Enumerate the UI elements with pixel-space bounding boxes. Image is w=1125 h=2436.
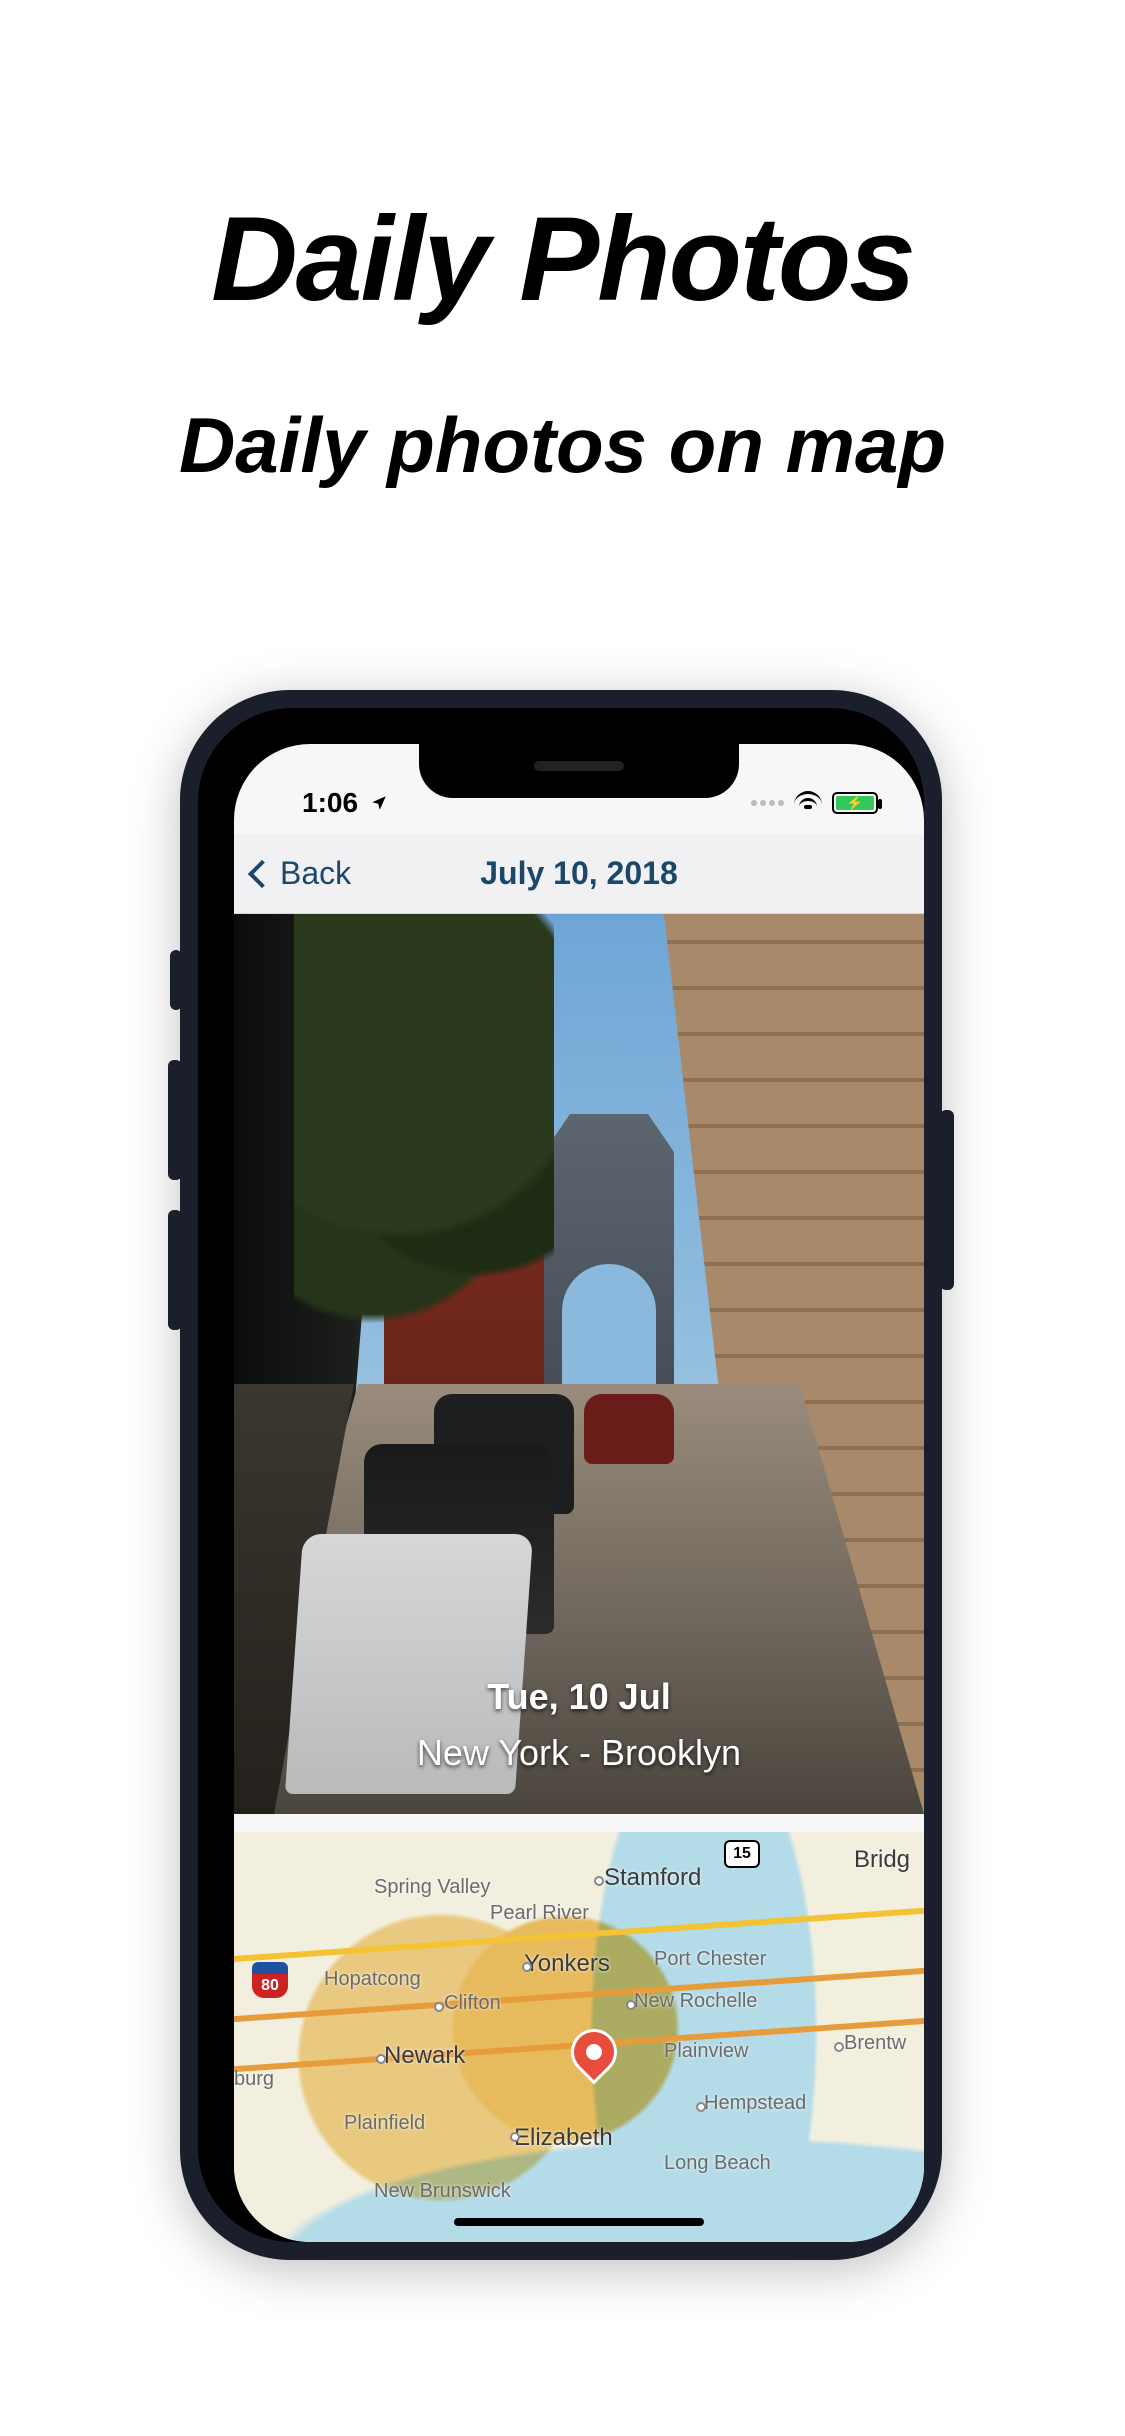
map-city-dot: [696, 2102, 706, 2112]
map-label: Brentw: [844, 2032, 906, 2055]
interstate-shield-icon: 80: [252, 1962, 288, 1998]
map-label: New Rochelle: [634, 1990, 757, 2013]
map-label: Plainview: [664, 2040, 748, 2063]
promo-subtitle: Daily photos on map: [0, 400, 1125, 491]
map-label: Elizabeth: [514, 2124, 613, 2152]
map-label: New Brunswick: [374, 2180, 511, 2203]
map-label: Port Chester: [654, 1948, 766, 1971]
map-label: Bridg: [854, 1846, 910, 1874]
map-label: Plainfield: [344, 2112, 425, 2135]
map-city-dot: [434, 2002, 444, 2012]
phone-power-button: [940, 1110, 954, 1290]
map-label: Newark: [384, 2042, 465, 2070]
map-view[interactable]: 80 15 Spring Valley Stamford Bridg Pearl Ri…: [234, 1832, 924, 2242]
photo-date-label: Tue, 10 Jul: [234, 1676, 924, 1718]
promo-title: Daily Photos: [0, 190, 1125, 328]
phone-mute-switch: [170, 950, 182, 1010]
phone-screen: 1:06 ⚡ Back July 10, 2018: [234, 744, 924, 2242]
photo-caption: Tue, 10 Jul New York - Brooklyn: [234, 1676, 924, 1774]
map-label: Hopatcong: [324, 1968, 421, 1991]
chevron-left-icon: [248, 859, 276, 887]
location-icon: [370, 787, 388, 819]
map-label: Hempstead: [704, 2092, 806, 2115]
status-time: 1:06: [302, 787, 358, 819]
map-label: Pearl River: [490, 1902, 589, 1925]
back-label: Back: [280, 855, 351, 892]
battery-charging-icon: ⚡: [832, 792, 878, 814]
map-label: Spring Valley: [374, 1876, 490, 1899]
wifi-icon: [794, 789, 822, 817]
map-city-dot: [626, 2000, 636, 2010]
phone-volume-up: [168, 1060, 182, 1180]
phone-notch: [419, 744, 739, 798]
navigation-bar: Back July 10, 2018: [234, 834, 924, 914]
map-label: burg: [234, 2068, 274, 2091]
back-button[interactable]: Back: [234, 855, 351, 892]
photo-location-label: New York - Brooklyn: [234, 1732, 924, 1774]
map-label: Clifton: [444, 1992, 501, 2015]
map-city-dot: [522, 1962, 532, 1972]
daily-photo[interactable]: Tue, 10 Jul New York - Brooklyn: [234, 914, 924, 1814]
map-label: Stamford: [604, 1864, 701, 1892]
map-label: Yonkers: [524, 1950, 610, 1978]
phone-frame: 1:06 ⚡ Back July 10, 2018: [180, 690, 942, 2260]
map-label: Long Beach: [664, 2152, 771, 2175]
map-city-dot: [834, 2042, 844, 2052]
map-city-dot: [510, 2132, 520, 2142]
home-indicator[interactable]: [454, 2218, 704, 2226]
map-city-dot: [376, 2054, 386, 2064]
route-shield-icon: 15: [724, 1840, 760, 1868]
cellular-dots-icon: [751, 800, 784, 806]
map-city-dot: [594, 1876, 604, 1886]
phone-volume-down: [168, 1210, 182, 1330]
phone-speaker: [534, 761, 624, 771]
